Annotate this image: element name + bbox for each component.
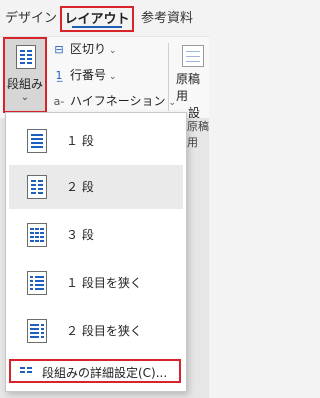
line-numbers-icon: 1̲: [55, 69, 63, 82]
menu-item-left-narrow[interactable]: １ 段目を狭く: [9, 261, 183, 305]
partial-ribbon-label: 原稿用: [187, 120, 209, 149]
active-tab-indicator: [72, 26, 122, 28]
columns-settings-icon: [20, 366, 32, 376]
menu-item-label: ２ 段: [66, 180, 94, 194]
breaks-label: 区切り: [70, 42, 107, 56]
left-narrow-columns-icon: [27, 271, 47, 295]
line-numbers-label: 行番号: [70, 68, 107, 82]
right-narrow-columns-icon: [27, 319, 47, 343]
hyphenation-icon: a-: [53, 95, 65, 108]
columns-button-label: 段組み: [6, 77, 43, 91]
menu-item-right-narrow[interactable]: ２ 段目を狭く: [9, 309, 183, 353]
tab-layout[interactable]: レイアウト: [60, 6, 134, 32]
breaks-icon: ⊟: [54, 43, 64, 56]
menu-item-label: ３ 段: [66, 228, 94, 242]
tab-design[interactable]: デザイン: [5, 8, 57, 30]
ribbon-tab-bar: デザイン レイアウト 参考資料: [0, 0, 209, 36]
menu-item-label: ２ 段目を狭く: [66, 324, 142, 338]
two-columns-icon: [27, 175, 47, 199]
columns-button[interactable]: 段組み ⌄: [3, 37, 47, 113]
chevron-down-icon: ⌄: [20, 92, 30, 103]
menu-item-three-columns[interactable]: ３ 段: [9, 213, 183, 257]
columns-settings-label: 段組みの詳細設定(C)...: [42, 366, 168, 380]
manuscript-label-1: 原稿用: [176, 72, 201, 103]
columns-settings-menu-item[interactable]: 段組みの詳細設定(C)...: [9, 359, 181, 383]
chevron-down-icon: ⌄: [109, 46, 117, 56]
ribbon-group-divider: [168, 43, 169, 111]
hyphenation-label: ハイフネーション: [70, 94, 166, 108]
chevron-down-icon: ⌄: [109, 72, 117, 82]
tab-references[interactable]: 参考資料: [141, 8, 193, 30]
columns-dropdown-menu: １ 段 ２ 段 ３ 段 １ 段目を狭く ２ 段目を狭く 段組みの詳細設定(C).…: [5, 112, 187, 392]
breaks-button[interactable]: ⊟ 区切り ⌄: [52, 39, 117, 59]
line-numbers-button[interactable]: 1̲ 行番号 ⌄: [52, 65, 117, 85]
tab-layout-label: レイアウト: [64, 12, 130, 27]
one-column-icon: [27, 129, 47, 153]
ribbon-panel: 段組み ⌄ ⊟ 区切り ⌄ 1̲ 行番号 ⌄ a- ハイフネーション ⌄ 原稿用 設: [0, 36, 209, 120]
hyphenation-button[interactable]: a- ハイフネーション ⌄: [52, 91, 176, 111]
menu-item-label: １ 段目を狭く: [66, 276, 142, 290]
chevron-down-icon: ⌄: [168, 98, 177, 108]
menu-item-one-column[interactable]: １ 段: [9, 119, 183, 163]
menu-item-label: １ 段: [66, 134, 94, 148]
three-columns-icon: [27, 223, 47, 247]
columns-icon: [16, 45, 36, 69]
menu-item-two-columns[interactable]: ２ 段: [9, 165, 183, 209]
manuscript-icon[interactable]: [182, 45, 204, 67]
